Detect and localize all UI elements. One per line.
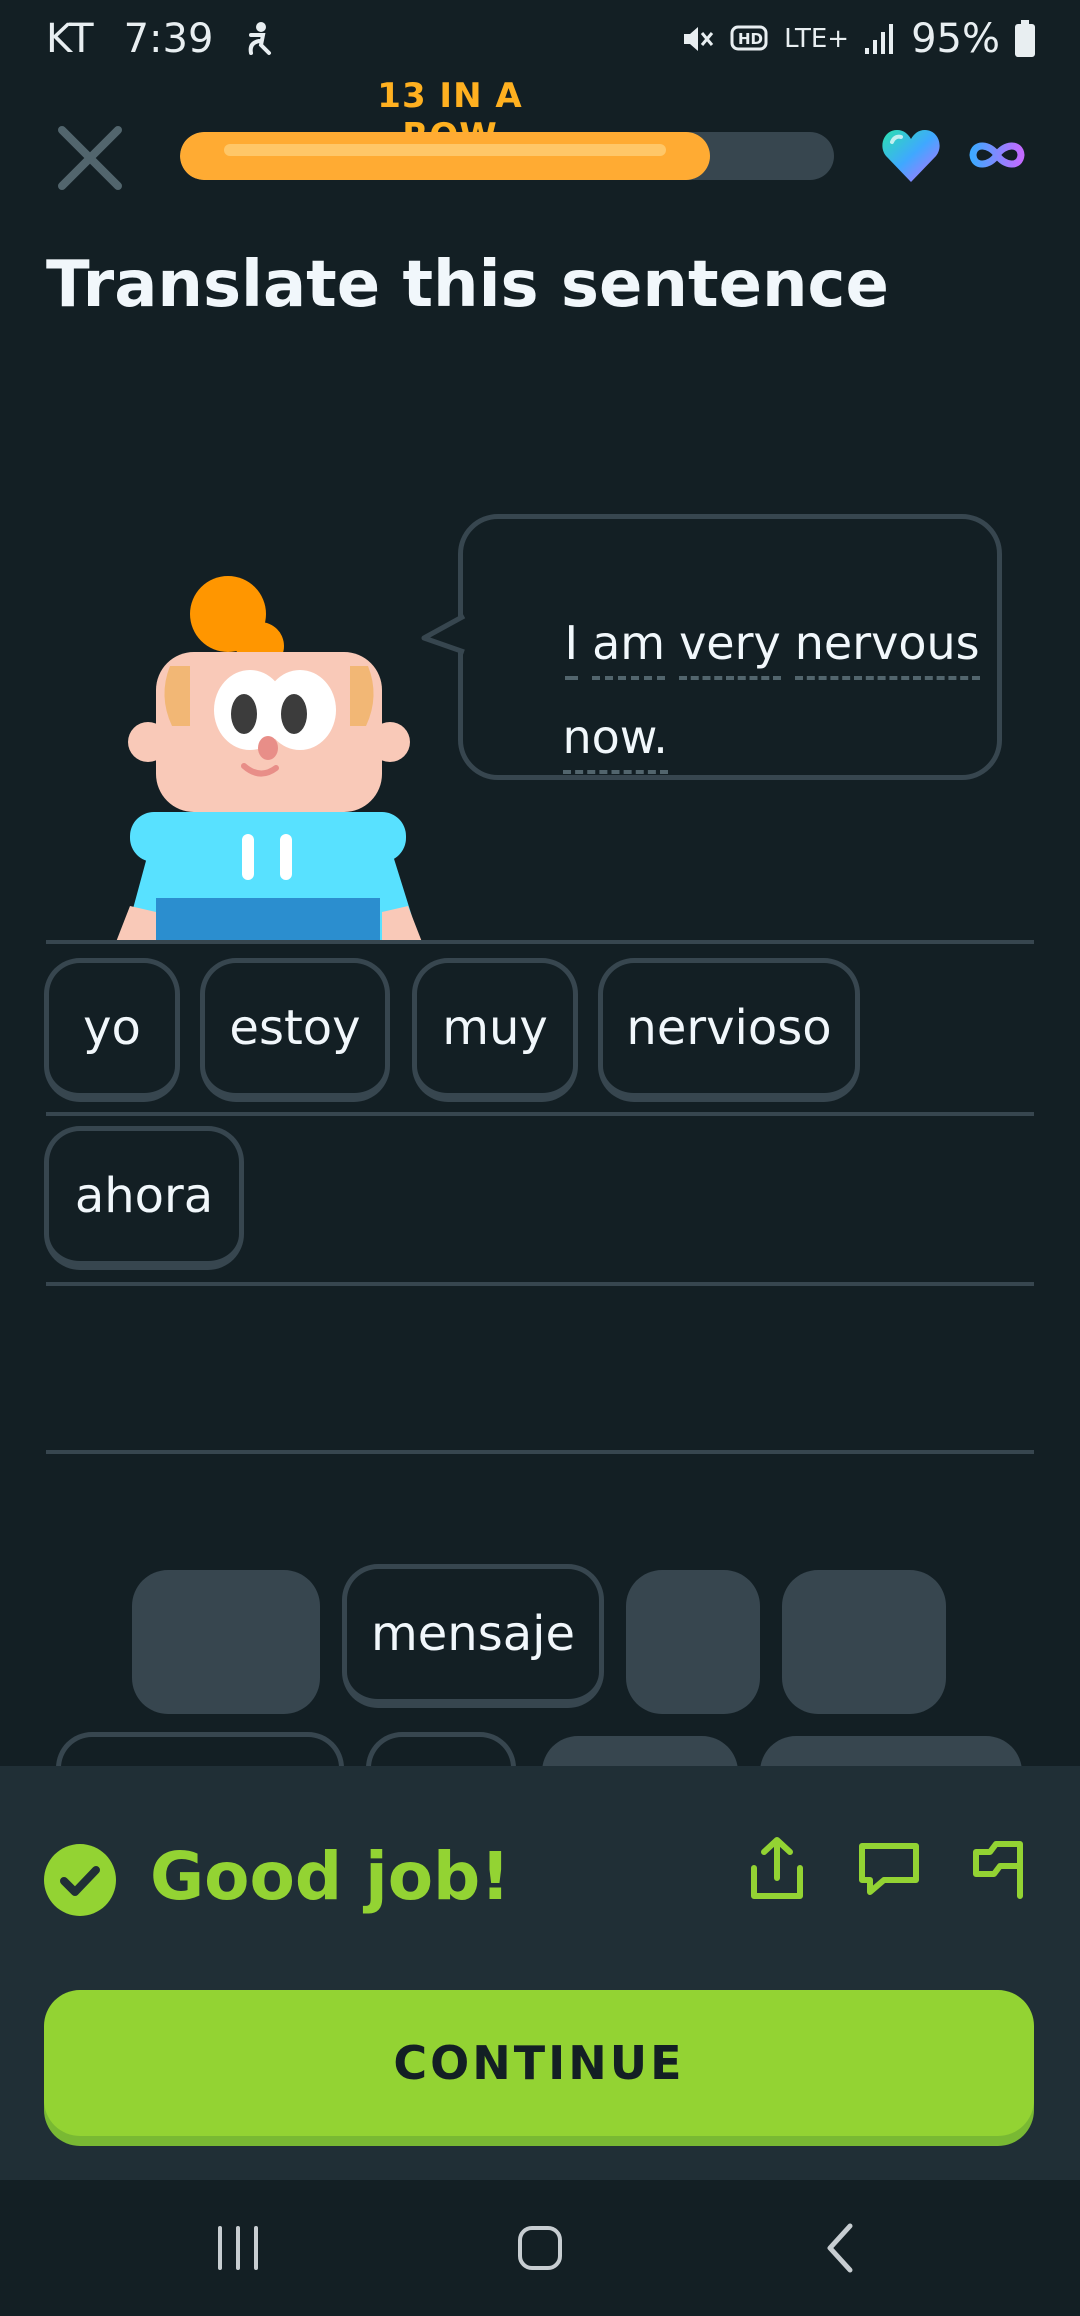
answer-chip[interactable]: muy	[412, 958, 578, 1102]
speech-bubble-tail	[421, 613, 466, 655]
svg-text:HD: HD	[738, 30, 763, 48]
checkmark-icon	[60, 1866, 100, 1896]
prompt-word[interactable]: very	[679, 616, 781, 680]
exercise-title: Translate this sentence	[46, 248, 889, 322]
back-button[interactable]	[810, 2216, 874, 2280]
prompt-word[interactable]: nervous	[794, 616, 980, 680]
prompt-word[interactable]: now.	[562, 710, 668, 774]
status-bar: KT 7:39 HD LTE+ 95%	[0, 0, 1080, 84]
hearts-button[interactable]	[880, 126, 942, 184]
answer-chip[interactable]: estoy	[200, 958, 390, 1102]
lesson-progress-bar	[180, 132, 834, 180]
character-illustration	[116, 576, 422, 942]
share-button[interactable]	[742, 1834, 812, 1904]
recents-icon	[218, 2226, 258, 2270]
heart-icon	[882, 130, 940, 182]
close-icon	[58, 126, 122, 190]
infinity-icon	[969, 142, 1025, 168]
close-button[interactable]	[52, 120, 128, 196]
infinity-hearts	[966, 130, 1028, 180]
success-badge	[44, 1844, 116, 1916]
answer-line	[46, 1112, 1034, 1116]
clock: 7:39	[123, 16, 214, 62]
answer-line	[46, 940, 1034, 944]
answer-chip[interactable]: ahora	[44, 1126, 244, 1270]
share-icon	[751, 1837, 803, 1899]
accessibility-icon	[243, 21, 275, 57]
answer-chip[interactable]: nervioso	[598, 958, 860, 1102]
screen: KT 7:39 HD LTE+ 95% 13 IN A ROW	[0, 0, 1080, 2316]
word-bank-slot-empty	[626, 1570, 760, 1714]
home-button[interactable]	[508, 2216, 572, 2280]
answer-chip[interactable]: yo	[44, 958, 180, 1102]
recents-button[interactable]	[206, 2216, 270, 2280]
battery-icon	[1014, 20, 1036, 58]
signal-icon	[863, 22, 897, 56]
progress-fill	[180, 132, 710, 180]
report-button[interactable]	[966, 1834, 1036, 1904]
home-icon	[518, 2226, 562, 2270]
carrier-label: KT	[46, 16, 94, 62]
continue-button[interactable]: CONTINUE	[44, 1990, 1034, 2136]
answer-line	[46, 1282, 1034, 1286]
back-icon	[827, 2223, 853, 2273]
hd-voice-icon: HD	[730, 21, 770, 57]
word-bank-slot-empty	[782, 1570, 946, 1714]
feedback-message: Good job!	[150, 1838, 511, 1915]
progress-shine	[224, 144, 666, 156]
answer-line	[46, 1450, 1034, 1454]
word-bank-slot-empty	[132, 1570, 320, 1714]
prompt-line-2: now.	[504, 656, 682, 828]
mute-icon	[680, 21, 716, 57]
word-bank-chip[interactable]: mensaje	[342, 1564, 604, 1708]
comment-icon	[859, 1843, 919, 1895]
flag-icon	[973, 1841, 1023, 1899]
battery-percent: 95%	[911, 16, 1000, 62]
discuss-button[interactable]	[854, 1834, 924, 1904]
network-type: LTE+	[784, 24, 850, 54]
